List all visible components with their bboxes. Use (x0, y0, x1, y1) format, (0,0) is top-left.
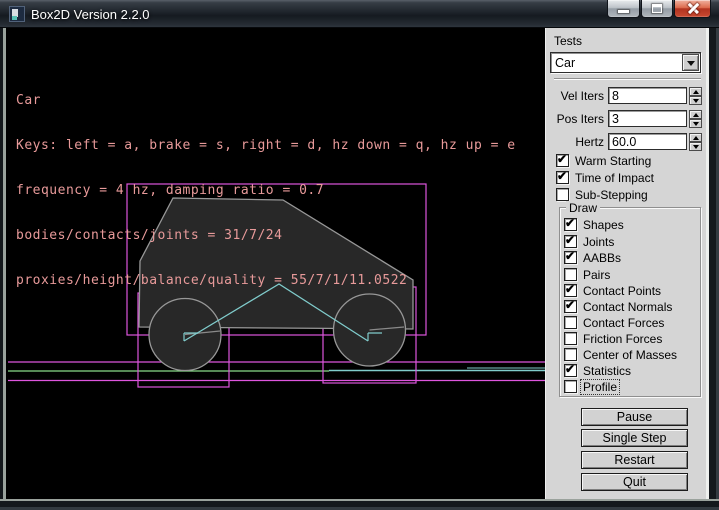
up-arrow-icon (693, 113, 699, 117)
maximize-icon (652, 4, 662, 13)
chevron-down-icon (687, 61, 695, 66)
check-icon: ✔ (565, 233, 575, 247)
pos-iters-label: Pos Iters (546, 112, 604, 126)
window-border-left (0, 28, 6, 510)
tests-dropdown[interactable]: Car (550, 52, 701, 73)
pos-iters-spinner (689, 110, 702, 128)
draw-group-label: Draw (566, 201, 600, 215)
pos-iters-spin-up-button[interactable] (689, 110, 702, 119)
stats-line-keys: Keys: left = a, brake = s, right = d, hz… (16, 138, 516, 153)
single-step-button[interactable]: Single Step (581, 429, 688, 447)
down-arrow-icon (693, 99, 699, 103)
check-icon: ✔ (557, 169, 567, 183)
down-arrow-icon (693, 122, 699, 126)
simulation-canvas[interactable]: Car Keys: left = a, brake = s, right = d… (6, 28, 545, 499)
tests-label: Tests (554, 34, 582, 48)
vel-iters-label: Vel Iters (546, 89, 604, 103)
title-bar[interactable]: Box2D Version 2.2.0 (0, 0, 719, 28)
hertz-field[interactable] (608, 133, 687, 150)
window-border-bottom (0, 499, 719, 510)
check-icon: ✔ (565, 362, 575, 376)
minimize-button[interactable] (607, 0, 640, 18)
check-icon: ✔ (565, 298, 575, 312)
window-border-right (709, 28, 719, 510)
up-arrow-icon (693, 136, 699, 140)
pos-iters-spin-down-button[interactable] (689, 119, 702, 128)
tests-dropdown-button[interactable] (682, 54, 699, 71)
stats-line-test-name: Car (16, 93, 516, 108)
vel-iters-spin-up-button[interactable] (689, 87, 702, 96)
restart-button[interactable]: Restart (581, 451, 688, 469)
hertz-label: Hertz (546, 135, 604, 149)
separator (554, 78, 701, 80)
pause-button[interactable]: Pause (581, 408, 688, 426)
vel-iters-spin-down-button[interactable] (689, 96, 702, 105)
box2d-testbed-window: Box2D Version 2.2.0 (0, 0, 719, 510)
maximize-button[interactable] (641, 0, 673, 18)
stats-line-proxies: proxies/height/balance/quality = 55/7/1/… (16, 273, 516, 288)
minimize-icon (618, 10, 629, 13)
vel-iters-field[interactable] (608, 87, 687, 104)
hertz-spin-down-button[interactable] (689, 142, 702, 151)
vel-iters-spinner (689, 87, 702, 105)
check-icon: ✔ (565, 282, 575, 296)
quit-button[interactable]: Quit (581, 473, 688, 491)
app-icon (9, 6, 25, 22)
window-title: Box2D Version 2.2.0 (31, 7, 150, 22)
hertz-spin-up-button[interactable] (689, 133, 702, 142)
statistics-text: Car Keys: left = a, brake = s, right = d… (16, 63, 516, 318)
stats-line-frequency: frequency = 4 hz, damping ratio = 0.7 (16, 183, 516, 198)
check-icon: ✔ (565, 249, 575, 263)
pos-iters-field[interactable] (608, 110, 687, 127)
check-icon: ✔ (557, 152, 567, 166)
tests-dropdown-value: Car (555, 56, 575, 70)
close-button[interactable] (674, 0, 711, 18)
hertz-spinner (689, 133, 702, 151)
stats-line-bodies: bodies/contacts/joints = 31/7/24 (16, 228, 516, 243)
up-arrow-icon (693, 90, 699, 94)
control-panel: Tests Car Vel Iters Pos Iters Hertz (545, 28, 709, 499)
check-icon: ✔ (565, 216, 575, 230)
down-arrow-icon (693, 145, 699, 149)
